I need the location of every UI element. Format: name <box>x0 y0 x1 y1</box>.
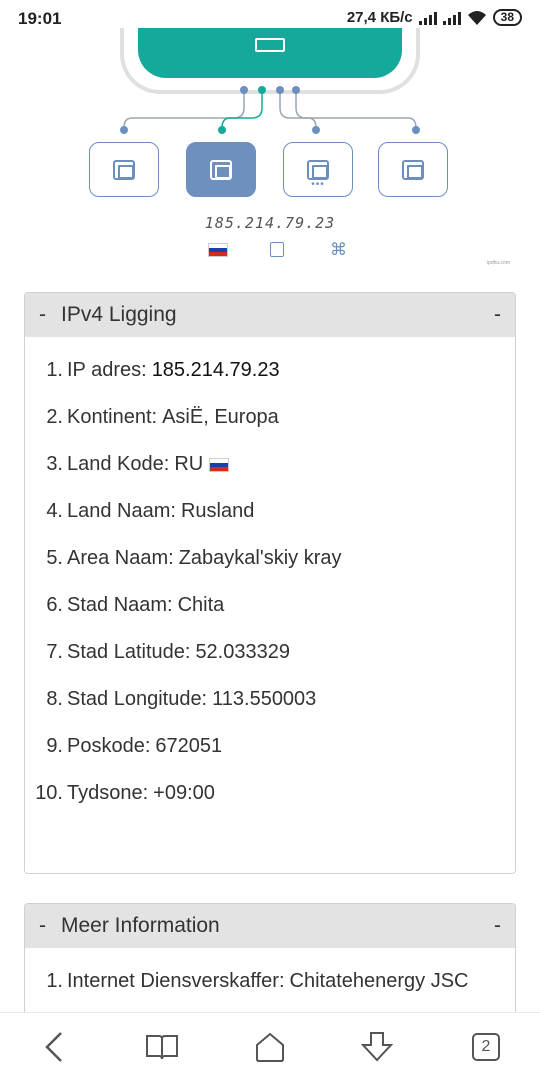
more-info-list: 1. Internet Diensverskaffer: Chitatehenerg… <box>25 948 515 1017</box>
ethernet-icon <box>307 159 329 180</box>
item-label: Tydsone: <box>67 782 149 804</box>
item-number: 1. <box>46 970 63 992</box>
item-value: AsiË, Europa <box>162 406 279 428</box>
item-number: 6. <box>46 594 63 616</box>
panel-title: Meer Information <box>61 914 220 937</box>
item-value: Zabaykal'skiy kray <box>178 547 342 569</box>
download-button[interactable] <box>357 1027 397 1067</box>
list-item: 10. Tydsone: +09:00 <box>25 782 515 829</box>
tab-count: 2 <box>472 1033 500 1061</box>
russia-flag-icon <box>209 458 230 472</box>
list-item: 3. Land Kode: RU <box>25 453 515 500</box>
item-value: 113.550003 <box>212 688 317 710</box>
more-dots-icon: ••• <box>311 179 325 190</box>
collapse-toggle[interactable]: - <box>491 303 501 327</box>
collapse-toggle[interactable]: - <box>491 914 501 938</box>
ethernet-icon <box>210 159 232 180</box>
item-label: Land Naam: <box>67 500 176 522</box>
command-icon[interactable]: ⌘ <box>330 240 347 260</box>
home-icon <box>256 1032 284 1062</box>
item-number: 10. <box>35 782 63 804</box>
item-label: Land Kode: <box>67 453 170 475</box>
router-body <box>138 28 402 78</box>
browser-nav-bar: 2 <box>0 1012 540 1080</box>
battery-icon: 38 <box>492 9 522 26</box>
hero-icon-row: ⌘ <box>0 240 540 260</box>
cell-signal-2-icon <box>442 11 461 25</box>
item-label: IP adres: <box>67 359 147 381</box>
item-number: 2. <box>46 406 63 428</box>
list-item: 8. Stad Longitude: 113.550003 <box>25 688 515 735</box>
item-value: +09:00 <box>153 782 215 804</box>
keyboard-icon <box>255 38 285 52</box>
item-value: 52.033329 <box>195 641 290 663</box>
book-icon <box>146 1035 178 1060</box>
item-value: 185.214.79.23 <box>151 359 280 381</box>
item-label: Kontinent: <box>67 406 158 428</box>
item-value: RU <box>174 453 204 475</box>
list-item: 5. Area Naam: Zabaykal'skiy kray <box>25 547 515 594</box>
status-time: 19:01 <box>18 9 62 28</box>
item-label: Area Naam: <box>67 547 174 569</box>
id-card-icon[interactable] <box>270 242 284 257</box>
tabs-button[interactable]: 2 <box>466 1027 506 1067</box>
list-item: 4. Land Naam: Rusland <box>25 500 515 547</box>
panel-dash: - <box>39 303 46 326</box>
item-value: Chita <box>177 594 225 616</box>
item-number: 7. <box>46 641 63 663</box>
item-label: Stad Longitude: <box>67 688 208 710</box>
credit-text: ipdhu.com <box>486 260 510 266</box>
ip-caption: 185.214.79.23 <box>204 214 336 232</box>
port-2-active <box>186 142 256 197</box>
status-right: 27,4 КБ/с 38 <box>347 9 522 26</box>
list-item: 2. Kontinent: AsiË, Europa <box>25 406 515 453</box>
chevron-left-icon <box>45 1032 62 1062</box>
item-label: Stad Latitude: <box>67 641 191 663</box>
panel-title: IPv4 Ligging <box>61 303 177 326</box>
item-label: Stad Naam: <box>67 594 173 616</box>
ethernet-icon <box>113 159 135 180</box>
wifi-icon <box>467 10 486 25</box>
item-value: Chitatehenergy JSC <box>289 970 469 992</box>
list-item: 7. Stad Latitude: 52.033329 <box>25 641 515 688</box>
russia-flag-icon[interactable] <box>208 243 228 257</box>
item-number: 9. <box>46 735 63 757</box>
cell-signal-icon <box>418 11 437 25</box>
item-number: 3. <box>46 453 63 475</box>
ipv4-panel: - IPv4 Ligging - 1. IP adres: 185.214.79.2… <box>24 292 516 874</box>
panel-dash: - <box>39 914 46 937</box>
hero-illustration: ••• 185.214.79.23 ⌘ ipdhu.com <box>0 28 540 278</box>
item-number: 4. <box>46 500 63 522</box>
bookmarks-button[interactable] <box>142 1027 182 1067</box>
network-speed: 27,4 КБ/с <box>346 9 413 26</box>
list-item: 6. Stad Naam: Chita <box>25 594 515 641</box>
item-number: 5. <box>46 547 63 569</box>
item-number: 8. <box>46 688 63 710</box>
port-3: ••• <box>283 142 353 197</box>
back-button[interactable] <box>34 1027 74 1067</box>
list-item: 1. Internet Diensverskaffer: Chitatehenerg… <box>25 970 515 1017</box>
item-number: 1. <box>46 359 63 381</box>
item-value: Rusland <box>180 500 255 522</box>
item-label: Internet Diensverskaffer: <box>67 970 285 992</box>
item-label: Poskode: <box>67 735 151 757</box>
list-item: 1. IP adres: 185.214.79.23 <box>25 359 515 406</box>
connector-lines <box>120 86 420 134</box>
download-icon <box>360 1032 394 1062</box>
more-info-panel-header[interactable]: - Meer Information - <box>25 904 515 948</box>
ipv4-info-list: 1. IP adres: 185.214.79.23 2. Kontinent: Asi… <box>25 337 515 829</box>
port-4 <box>378 142 448 197</box>
item-value: 672051 <box>155 735 223 757</box>
port-1 <box>89 142 159 197</box>
list-item: 9. Poskode: 672051 <box>25 735 515 782</box>
ethernet-icon <box>402 159 424 180</box>
ipv4-panel-header[interactable]: - IPv4 Ligging - <box>25 293 515 337</box>
home-button[interactable] <box>250 1027 290 1067</box>
